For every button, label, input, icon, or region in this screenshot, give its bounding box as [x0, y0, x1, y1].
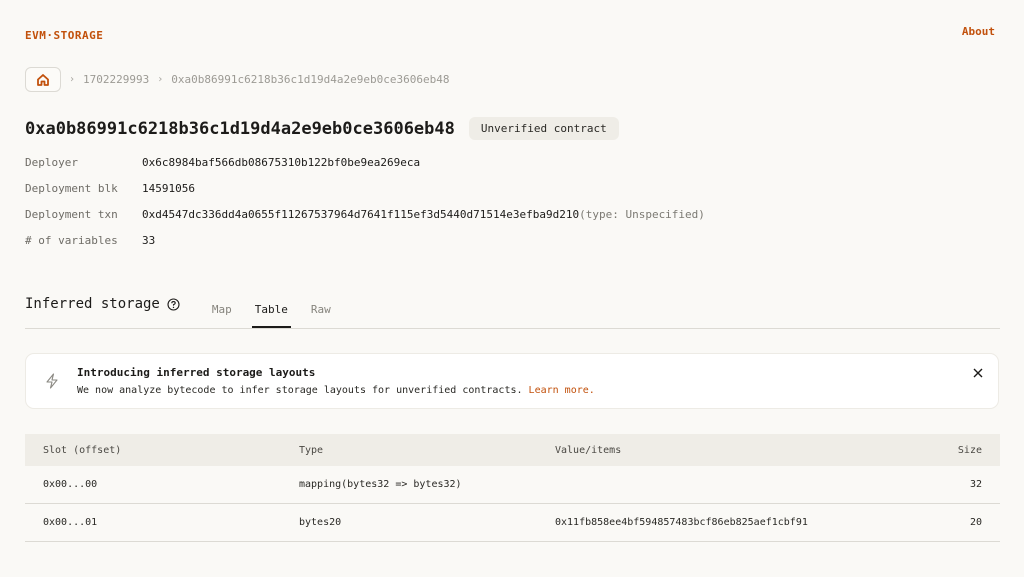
home-button[interactable]	[25, 67, 61, 92]
announcement-banner: Introducing inferred storage layouts We …	[25, 353, 999, 409]
brand-logo[interactable]: EVM·STORAGE	[25, 29, 103, 42]
section-title-text: Inferred storage	[25, 296, 160, 312]
cell-type: bytes20	[299, 517, 342, 528]
about-link[interactable]: About	[962, 25, 995, 38]
storage-section-header: Inferred storage Map Table Raw	[25, 296, 1000, 329]
deployment-block[interactable]: 14591056	[142, 182, 195, 195]
tab-map[interactable]: Map	[202, 296, 242, 328]
meta-row-block: Deployment blk 14591056	[25, 182, 705, 208]
banner-description: We now analyze bytecode to infer storage…	[77, 385, 529, 396]
deployer-address[interactable]: 0x6c8984baf566db08675310b122bf0be9ea269e…	[142, 156, 420, 169]
meta-row-txn: Deployment txn 0xd4547dc336dd4a0655f1126…	[25, 208, 705, 234]
home-icon	[37, 73, 49, 86]
close-icon[interactable]	[972, 367, 984, 379]
breadcrumb: › 1702229993 › 0xa0b86991c6218b36c1d19d4…	[25, 67, 449, 92]
meta-label: Deployer	[25, 156, 78, 169]
meta-row-variables: # of variables 33	[25, 234, 705, 260]
meta-label: Deployment txn	[25, 208, 118, 221]
banner-title: Introducing inferred storage layouts	[77, 366, 316, 379]
contract-meta: Deployer 0x6c8984baf566db08675310b122bf0…	[25, 156, 705, 260]
breadcrumb-block[interactable]: 1702229993	[83, 73, 149, 86]
tab-table[interactable]: Table	[251, 296, 291, 328]
contract-header: 0xa0b86991c6218b36c1d19d4a2e9eb0ce3606eb…	[25, 117, 619, 140]
page-title: 0xa0b86991c6218b36c1d19d4a2e9eb0ce3606eb…	[25, 118, 455, 139]
meta-label: # of variables	[25, 234, 118, 247]
meta-row-deployer: Deployer 0x6c8984baf566db08675310b122bf0…	[25, 156, 705, 182]
learn-more-link[interactable]: Learn more.	[529, 385, 595, 396]
meta-label: Deployment blk	[25, 182, 118, 195]
status-badge: Unverified contract	[468, 117, 619, 140]
cell-slot: 0x00...01	[43, 517, 98, 528]
table-row[interactable]: 0x00...00 mapping(bytes32 => bytes32) 32	[25, 466, 1000, 504]
storage-table: Slot (offset) Type Value/items Size 0x00…	[25, 434, 1000, 542]
section-title: Inferred storage	[25, 296, 180, 312]
column-header-value[interactable]: Value/items	[555, 445, 920, 456]
table-row[interactable]: 0x00...01 bytes20 0x11fb858ee4bf59485748…	[25, 504, 1000, 542]
cell-value: 0x11fb858ee4bf594857483bcf86eb825aef1cbf…	[555, 517, 808, 528]
storage-tabs: Map Table Raw	[202, 296, 341, 328]
cell-size: 32	[969, 479, 982, 490]
tab-raw[interactable]: Raw	[301, 296, 341, 328]
column-header-size[interactable]: Size	[920, 445, 1000, 456]
deployment-txn[interactable]: 0xd4547dc336dd4a0655f11267537964d7641f11…	[142, 208, 579, 221]
cell-size: 20	[969, 517, 982, 528]
banner-text: We now analyze bytecode to infer storage…	[77, 385, 595, 396]
variables-count: 33	[142, 234, 156, 247]
help-circle-icon[interactable]	[167, 297, 180, 311]
chevron-right-icon: ›	[157, 74, 164, 85]
breadcrumb-address[interactable]: 0xa0b86991c6218b36c1d19d4a2e9eb0ce3606eb…	[171, 73, 449, 86]
cell-type: mapping(bytes32 => bytes32)	[299, 479, 462, 490]
table-header: Slot (offset) Type Value/items Size	[25, 434, 1000, 466]
txn-type-note: (type: Unspecified)	[579, 208, 705, 221]
lightning-icon	[46, 373, 58, 389]
chevron-right-icon: ›	[69, 74, 76, 85]
column-header-slot[interactable]: Slot (offset)	[25, 445, 299, 456]
column-header-type[interactable]: Type	[299, 445, 555, 456]
cell-slot: 0x00...00	[43, 479, 98, 490]
